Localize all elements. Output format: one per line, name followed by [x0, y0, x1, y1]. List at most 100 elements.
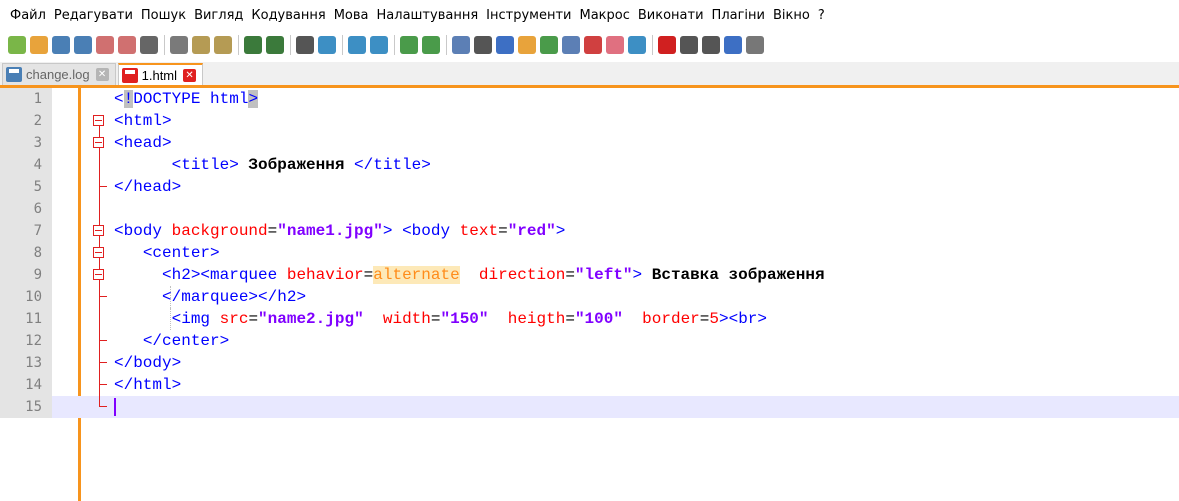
fold-margin[interactable] — [84, 264, 112, 286]
monitor-icon[interactable] — [628, 36, 646, 54]
fold-margin[interactable] — [84, 220, 112, 242]
open-file-icon[interactable] — [30, 36, 48, 54]
run-macro-multiple-icon[interactable] — [724, 36, 742, 54]
sync-vertical-icon[interactable] — [400, 36, 418, 54]
udl-icon[interactable] — [518, 36, 536, 54]
line-number: 12 — [0, 330, 52, 352]
document-map-icon[interactable] — [540, 36, 558, 54]
code-line[interactable]: 5 </head> — [0, 176, 1179, 198]
folder-workspace-icon[interactable] — [584, 36, 602, 54]
fold-margin[interactable] — [84, 132, 112, 154]
menu-item[interactable]: Мова — [330, 8, 373, 23]
file-saved-icon — [6, 67, 22, 82]
menu-item[interactable]: Макрос — [575, 8, 633, 23]
print-icon[interactable] — [140, 36, 158, 54]
code-token: > <body — [382, 222, 460, 240]
code-token: "name2.jpg" — [258, 310, 364, 328]
undo-icon[interactable] — [244, 36, 262, 54]
tab-1-html[interactable]: 1.html ✕ — [117, 63, 204, 85]
code-token: </html> — [114, 376, 182, 394]
word-wrap-icon[interactable] — [452, 36, 470, 54]
code-line[interactable]: 3 <head> — [0, 132, 1179, 154]
record-macro-icon[interactable] — [658, 36, 676, 54]
menu-item[interactable]: Вигляд — [190, 8, 247, 23]
code-editor[interactable]: 1 <!DOCTYPE html> 2 <html> 3 <head> 4 <title> … — [0, 88, 1179, 501]
tab-label: 1.html — [141, 67, 178, 83]
code-line[interactable]: 14 </html> — [0, 374, 1179, 396]
line-number: 13 — [0, 352, 52, 374]
fold-collapse-icon[interactable] — [93, 115, 104, 126]
code-token: "red" — [507, 222, 556, 240]
code-line[interactable]: 2 <html> — [0, 110, 1179, 132]
code-line[interactable]: 9 <h2><marquee behavior=alternate direct… — [0, 264, 1179, 286]
menu-item[interactable]: Вікно — [769, 8, 814, 23]
redo-icon[interactable] — [266, 36, 284, 54]
code-token: "left" — [574, 266, 633, 284]
fold-margin[interactable] — [84, 110, 112, 132]
code-token: <img — [171, 310, 220, 328]
code-token: direction — [478, 266, 566, 284]
fold-collapse-icon[interactable] — [93, 247, 104, 258]
zoom-in-icon[interactable] — [348, 36, 366, 54]
fold-collapse-icon[interactable] — [93, 225, 104, 236]
close-tab-icon[interactable]: ✕ — [183, 68, 197, 82]
zoom-out-icon[interactable] — [370, 36, 388, 54]
fold-collapse-icon[interactable] — [93, 269, 104, 280]
new-file-icon[interactable] — [8, 36, 26, 54]
fold-collapse-icon[interactable] — [93, 137, 104, 148]
code-token: </title> — [354, 156, 431, 174]
code-text: <center> — [114, 242, 220, 264]
save-macro-icon[interactable] — [746, 36, 764, 54]
menu-item[interactable]: Редагувати — [50, 8, 137, 23]
code-token: > — [632, 266, 643, 284]
menu-item[interactable]: Інструменти — [482, 8, 575, 23]
play-macro-icon[interactable] — [702, 36, 720, 54]
replace-icon[interactable] — [318, 36, 336, 54]
code-line[interactable]: 11 <img src="name2.jpg" width="150" heig… — [0, 308, 1179, 330]
code-line[interactable]: 7 <body background="name1.jpg"> <body tex… — [0, 220, 1179, 242]
menu-item[interactable]: Кодування — [247, 8, 329, 23]
function-list-icon[interactable] — [562, 36, 580, 54]
save-icon[interactable] — [52, 36, 70, 54]
code-text: <title> Зображення </title> — [114, 154, 431, 176]
copy-icon[interactable] — [192, 36, 210, 54]
code-token: </body> — [114, 354, 182, 372]
code-line[interactable]: 8 <center> — [0, 242, 1179, 264]
folder-icon[interactable] — [606, 36, 624, 54]
close-icon[interactable] — [96, 36, 114, 54]
menu-item[interactable]: Плагіни — [708, 8, 769, 23]
code-line[interactable]: 1 <!DOCTYPE html> — [0, 88, 1179, 110]
stop-macro-icon[interactable] — [680, 36, 698, 54]
code-line[interactable]: 13 </body> — [0, 352, 1179, 374]
code-token: <h2><marquee — [162, 266, 287, 284]
fold-margin[interactable] — [84, 242, 112, 264]
code-line[interactable]: 6 — [0, 198, 1179, 220]
line-number: 8 — [0, 242, 52, 264]
show-all-chars-icon[interactable] — [474, 36, 492, 54]
menu-item[interactable]: Налаштування — [373, 8, 483, 23]
code-line[interactable]: 12 </center> — [0, 330, 1179, 352]
code-line[interactable]: 10 </marquee></h2> — [0, 286, 1179, 308]
menu-item[interactable]: ? — [814, 8, 829, 23]
indent-guide-icon[interactable] — [496, 36, 514, 54]
menu-item[interactable]: Пошук — [137, 8, 190, 23]
code-token: ! — [123, 90, 134, 108]
code-line[interactable]: 15 — [0, 396, 1179, 418]
line-number: 15 — [0, 396, 52, 418]
menu-item[interactable]: Файл — [0, 8, 50, 23]
toolbar — [0, 30, 1179, 60]
sync-horizontal-icon[interactable] — [422, 36, 440, 54]
code-text: </marquee></h2> — [114, 286, 306, 308]
menu-item[interactable]: Виконати — [634, 8, 708, 23]
tab-bar: change.log ✕ 1.html ✕ — [0, 62, 1179, 88]
paste-icon[interactable] — [214, 36, 232, 54]
code-line[interactable]: 4 <title> Зображення </title> — [0, 154, 1179, 176]
close-tab-icon[interactable]: ✕ — [95, 68, 109, 81]
close-all-icon[interactable] — [118, 36, 136, 54]
save-all-icon[interactable] — [74, 36, 92, 54]
toolbar-separator — [290, 35, 291, 55]
tab-label: change.log — [26, 67, 90, 82]
tab-change-log[interactable]: change.log ✕ — [2, 63, 116, 85]
cut-icon[interactable] — [170, 36, 188, 54]
find-icon[interactable] — [296, 36, 314, 54]
